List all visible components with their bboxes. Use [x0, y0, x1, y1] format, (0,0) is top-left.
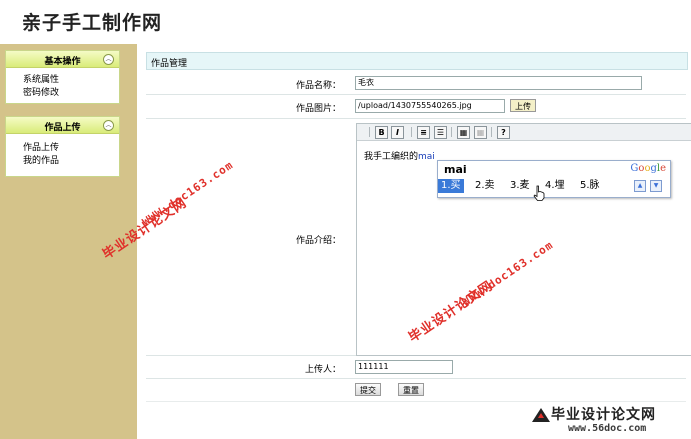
editor-text-prefix: 我手工编织的: [364, 152, 419, 162]
ime-input-text: mai: [444, 163, 467, 176]
sidebar-item-upload[interactable]: 作品上传: [6, 142, 119, 155]
row-image: 作品图片： /upload/1430755540265.jpg 上传: [146, 95, 686, 119]
logo-url: www.56doc.com: [568, 423, 647, 434]
logo-site-name: 毕业设计论文网: [551, 407, 656, 423]
google-logo: Google: [630, 163, 666, 174]
intro-label: 作品介绍：: [295, 236, 341, 246]
sidebar-item-system[interactable]: 系统属性: [6, 74, 119, 87]
panel-basic-header[interactable]: 基本操作 ︿: [6, 51, 119, 68]
panel-upload: 作品上传 ︿ 作品上传 我的作品: [5, 116, 120, 177]
image-path-input[interactable]: /upload/1430755540265.jpg: [355, 99, 505, 113]
panel-upload-title: 作品上传: [44, 123, 81, 133]
italic-button[interactable]: I: [391, 126, 404, 139]
name-label: 作品名称：: [295, 81, 341, 91]
collapse-icon[interactable]: ︿: [103, 54, 114, 65]
ime-candidate[interactable]: 1.买: [438, 179, 464, 193]
uploader-input[interactable]: 111111: [355, 360, 453, 374]
site-title: 亲子手工制作网: [22, 12, 163, 34]
ime-next-icon[interactable]: ▼: [650, 180, 662, 192]
sidebar: 基本操作 ︿ 系统属性 密码修改 作品上传 ︿ 作品上传 我的作品: [0, 44, 137, 439]
editor-text-typed: mai: [418, 152, 435, 162]
blank-area: [369, 313, 691, 354]
bullet-list-icon[interactable]: ☰: [434, 126, 447, 139]
sidebar-item-my-works[interactable]: 我的作品: [6, 155, 119, 168]
upload-button[interactable]: 上传: [510, 99, 536, 112]
image-icon[interactable]: ▦: [457, 126, 470, 139]
sidebar-item-password[interactable]: 密码修改: [6, 87, 119, 100]
ime-candidate[interactable]: 3.麦: [507, 179, 533, 193]
header: 亲子手工制作网: [0, 0, 691, 44]
ime-candidate[interactable]: 4.埋: [542, 179, 568, 193]
help-icon[interactable]: ?: [497, 126, 510, 139]
ime-candidate[interactable]: 2.卖: [472, 179, 498, 193]
row-actions: 提交 重置: [146, 379, 686, 402]
ime-candidate-window: mai Google 1.买 2.卖 3.麦 4.埋 5.脉 ▲ ▼: [437, 160, 691, 198]
panel-basic-title: 基本操作: [44, 57, 81, 67]
submit-button[interactable]: 提交: [355, 383, 381, 396]
ordered-list-icon[interactable]: ≡: [417, 126, 430, 139]
reset-button[interactable]: 重置: [398, 383, 424, 396]
panel-basic: 基本操作 ︿ 系统属性 密码修改: [5, 50, 120, 104]
name-input[interactable]: 毛衣: [355, 76, 642, 90]
logo-icon: [532, 408, 550, 422]
bottom-logo: 毕业设计论文网 www.56doc.com: [528, 402, 691, 439]
uploader-label: 上传人：: [304, 365, 341, 375]
editor-toolbar: B I ≡ ☰ ▦ ▦ ?: [357, 124, 691, 141]
row-uploader: 上传人： 111111: [146, 356, 686, 379]
panel-upload-header[interactable]: 作品上传 ︿: [6, 117, 119, 134]
image-label: 作品图片：: [295, 104, 341, 114]
section-title: 作品管理: [151, 59, 188, 69]
row-name: 作品名称： 毛衣: [146, 72, 686, 95]
link-icon[interactable]: ▦: [474, 126, 487, 139]
collapse-icon[interactable]: ︿: [103, 120, 114, 131]
hand-cursor-icon: [533, 185, 545, 201]
ime-candidate[interactable]: 5.脉: [577, 179, 603, 193]
section-header: 作品管理: [146, 52, 688, 70]
ime-box: mai Google 1.买 2.卖 3.麦 4.埋 5.脉 ▲ ▼: [437, 160, 671, 198]
editor-content[interactable]: 我手工编织的mai: [364, 149, 435, 162]
bold-button[interactable]: B: [375, 126, 388, 139]
ime-prev-icon[interactable]: ▲: [634, 180, 646, 192]
